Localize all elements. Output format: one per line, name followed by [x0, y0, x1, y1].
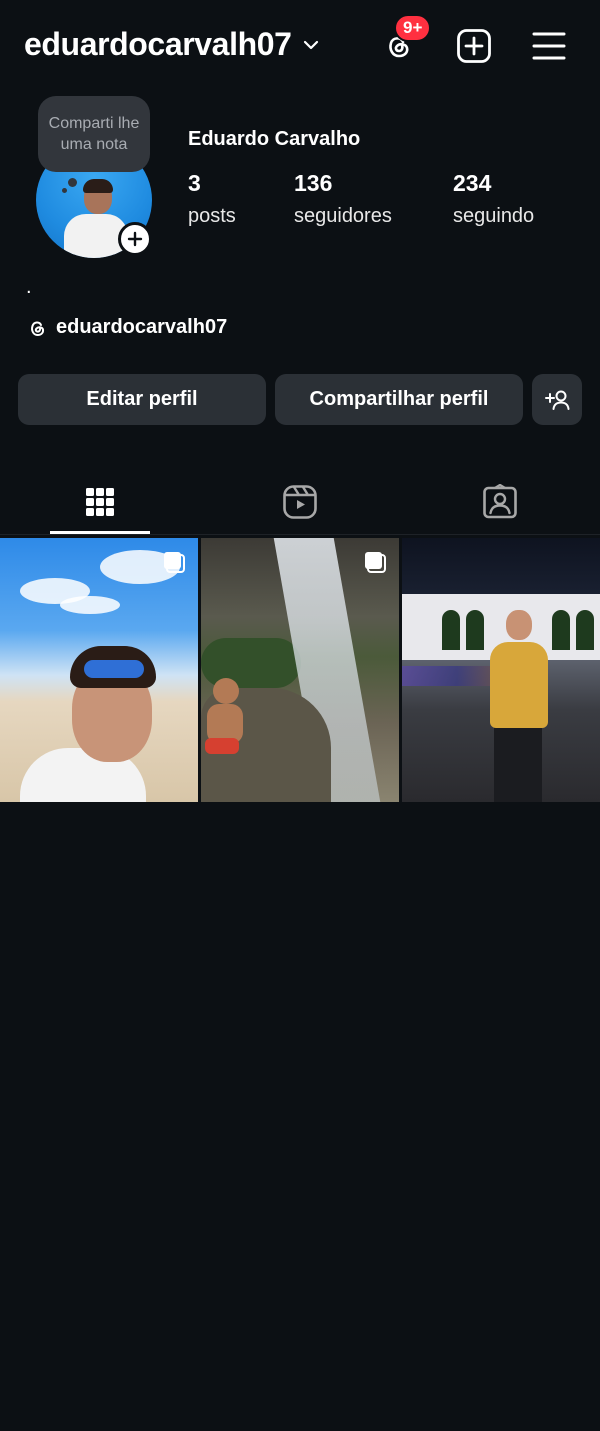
create-post-button[interactable]	[454, 26, 494, 66]
person-head	[213, 678, 239, 704]
arch	[442, 610, 460, 650]
discover-people-button[interactable]	[532, 374, 582, 425]
avatar-hair	[83, 179, 113, 193]
tagged-icon	[483, 484, 517, 519]
reels-icon	[283, 485, 317, 519]
username-title: eduardocarvalh07	[24, 26, 292, 62]
sunglasses	[84, 660, 144, 678]
share-profile-button[interactable]: Compartilhar perfil	[275, 374, 523, 425]
person-head	[506, 610, 532, 640]
note-bubble[interactable]: Comparti lhe uma nota	[38, 96, 150, 172]
profile-tabs	[0, 470, 600, 536]
arch	[576, 610, 594, 650]
following-count: 234	[453, 170, 492, 196]
threads-logo-icon	[31, 321, 45, 336]
account-switcher[interactable]: eduardocarvalh07	[24, 26, 320, 63]
edit-profile-button[interactable]: Editar perfil	[18, 374, 266, 425]
tab-reels[interactable]	[200, 470, 400, 534]
top-bar: eduardocarvalh07 9+	[0, 0, 600, 92]
notification-badge: 9+	[394, 14, 432, 42]
followers-label: seguidores	[294, 205, 392, 227]
chevron-down-icon	[303, 40, 318, 49]
arch	[552, 610, 570, 650]
add-square-icon	[457, 29, 491, 63]
vegetation	[201, 638, 301, 688]
hamburger-menu-icon	[532, 32, 566, 60]
post-thumbnail[interactable]	[402, 538, 600, 802]
cloud	[60, 596, 120, 614]
bio-text: .	[26, 276, 32, 298]
person-shorts	[205, 738, 239, 754]
person-shirt	[490, 642, 548, 728]
multi-photo-icon	[365, 552, 386, 573]
tab-tagged[interactable]	[400, 470, 600, 534]
grid-icon	[86, 488, 114, 516]
posts-grid	[0, 538, 600, 802]
following-label: seguindo	[453, 205, 535, 227]
plus-icon	[127, 231, 143, 247]
full-name: Eduardo Carvalho	[188, 128, 361, 150]
followers-count: 136	[294, 170, 333, 196]
tabs-divider	[0, 534, 600, 535]
following-stat[interactable]: 234 seguindo	[453, 170, 534, 228]
threads-handle: eduardocarvalh07	[56, 316, 228, 338]
threads-profile-link[interactable]: eduardocarvalh07	[26, 316, 227, 339]
posts-label: posts	[188, 205, 236, 227]
post-thumbnail[interactable]	[0, 538, 198, 802]
profile-screen: eduardocarvalh07 9+ Comparti lhe uma not…	[0, 0, 600, 1431]
add-story-button[interactable]	[118, 222, 152, 256]
multi-photo-icon	[164, 552, 185, 573]
followers-stat[interactable]: 136 seguidores	[294, 170, 392, 228]
arch	[466, 610, 484, 650]
posts-stat: 3 posts	[188, 170, 236, 228]
note-bubble-tail	[68, 178, 77, 187]
posts-count: 3	[188, 170, 201, 196]
post-thumbnail[interactable]	[201, 538, 399, 802]
menu-button[interactable]	[529, 26, 569, 66]
tab-grid[interactable]	[0, 470, 200, 534]
person-pants	[494, 724, 542, 802]
add-person-icon	[545, 390, 570, 410]
note-bubble-tail-small	[62, 188, 67, 193]
